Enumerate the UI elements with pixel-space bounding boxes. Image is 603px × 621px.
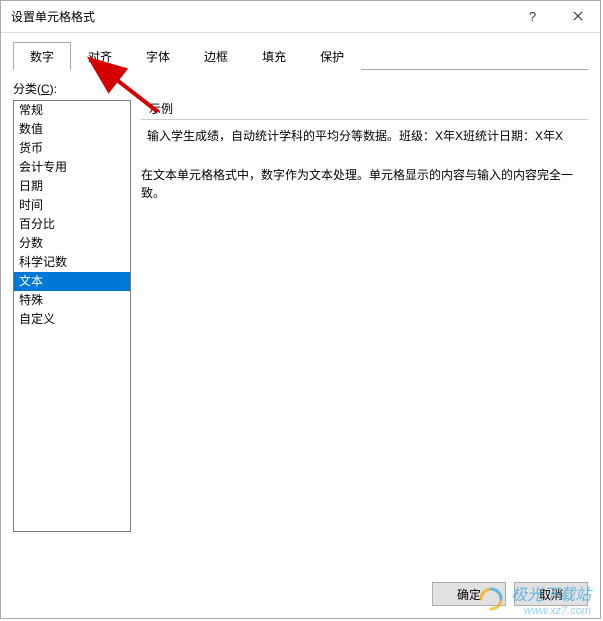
tab-body-number: 分类(C): 常规 数值 货币 会计专用 日期 时间 百分比 分数 科学记数 文…	[13, 70, 588, 570]
category-label: 分类(C):	[13, 80, 588, 97]
tab-alignment[interactable]: 对齐	[71, 42, 129, 70]
tab-font[interactable]: 字体	[129, 42, 187, 70]
dialog-title: 设置单元格格式	[11, 8, 510, 25]
close-icon	[573, 9, 583, 24]
cancel-button[interactable]: 取消	[514, 582, 588, 606]
help-icon: ?	[529, 9, 536, 24]
item-label: 分数	[19, 236, 43, 250]
titlebar: 设置单元格格式 ?	[1, 1, 600, 33]
list-item[interactable]: 百分比	[14, 215, 130, 234]
item-label: 货币	[19, 141, 43, 155]
list-item[interactable]: 会计专用	[14, 158, 130, 177]
tab-label: 保护	[320, 50, 344, 64]
item-label: 日期	[19, 179, 43, 193]
ok-button[interactable]: 确定	[432, 582, 506, 606]
label-text: ):	[50, 82, 57, 96]
tab-label: 字体	[146, 50, 170, 64]
category-listbox[interactable]: 常规 数值 货币 会计专用 日期 时间 百分比 分数 科学记数 文本 特殊 自定…	[13, 100, 131, 532]
dialog-button-row: 确定 取消	[13, 570, 588, 606]
tab-number[interactable]: 数字	[13, 42, 71, 70]
item-label: 特殊	[19, 293, 43, 307]
item-label: 会计专用	[19, 160, 67, 174]
item-label: 时间	[19, 198, 43, 212]
item-label: 常规	[19, 103, 43, 117]
item-label: 数值	[19, 122, 43, 136]
label-accel: C	[41, 82, 50, 96]
list-item[interactable]: 日期	[14, 177, 130, 196]
example-label: 示例	[149, 100, 588, 117]
close-button[interactable]	[555, 1, 600, 32]
category-detail-panel: 示例 输入学生成绩，自动统计学科的平均分等数据。班级：X年X班统计日期：X年X …	[141, 100, 588, 570]
list-item[interactable]: 货币	[14, 139, 130, 158]
example-box: 输入学生成绩，自动统计学科的平均分等数据。班级：X年X班统计日期：X年X	[141, 119, 588, 152]
item-label: 百分比	[19, 217, 55, 231]
tab-border[interactable]: 边框	[187, 42, 245, 70]
list-item[interactable]: 数值	[14, 120, 130, 139]
tab-strip: 数字 对齐 字体 边框 填充 保护	[13, 41, 588, 70]
button-label: 确定	[457, 586, 481, 603]
list-item[interactable]: 特殊	[14, 291, 130, 310]
item-label: 科学记数	[19, 255, 67, 269]
list-item[interactable]: 分数	[14, 234, 130, 253]
tab-label: 边框	[204, 50, 228, 64]
list-item[interactable]: 常规	[14, 101, 130, 120]
titlebar-buttons: ?	[510, 1, 600, 32]
main-row: 常规 数值 货币 会计专用 日期 时间 百分比 分数 科学记数 文本 特殊 自定…	[13, 100, 588, 570]
category-description: 在文本单元格格式中，数字作为文本处理。单元格显示的内容与输入的内容完全一致。	[141, 166, 588, 202]
list-item[interactable]: 自定义	[14, 310, 130, 329]
label-text: 分类(	[13, 82, 41, 96]
example-text: 输入学生成绩，自动统计学科的平均分等数据。班级：X年X班统计日期：X年X	[147, 129, 563, 143]
format-cells-dialog: 设置单元格格式 ? 数字 对齐 字体 边框 填充 保护 分类(C):	[0, 0, 601, 619]
tab-protection[interactable]: 保护	[303, 42, 361, 70]
help-button[interactable]: ?	[510, 1, 555, 32]
item-label: 自定义	[19, 312, 55, 326]
list-item[interactable]: 科学记数	[14, 253, 130, 272]
dialog-content: 数字 对齐 字体 边框 填充 保护 分类(C): 常规 数值 货币 会计专用 日…	[1, 33, 600, 618]
tab-fill[interactable]: 填充	[245, 42, 303, 70]
tab-label: 对齐	[88, 50, 112, 64]
item-label: 文本	[19, 274, 43, 288]
tab-label: 数字	[30, 50, 54, 64]
list-item[interactable]: 时间	[14, 196, 130, 215]
tab-label: 填充	[262, 50, 286, 64]
list-item[interactable]: 文本	[14, 272, 130, 291]
button-label: 取消	[539, 586, 563, 603]
